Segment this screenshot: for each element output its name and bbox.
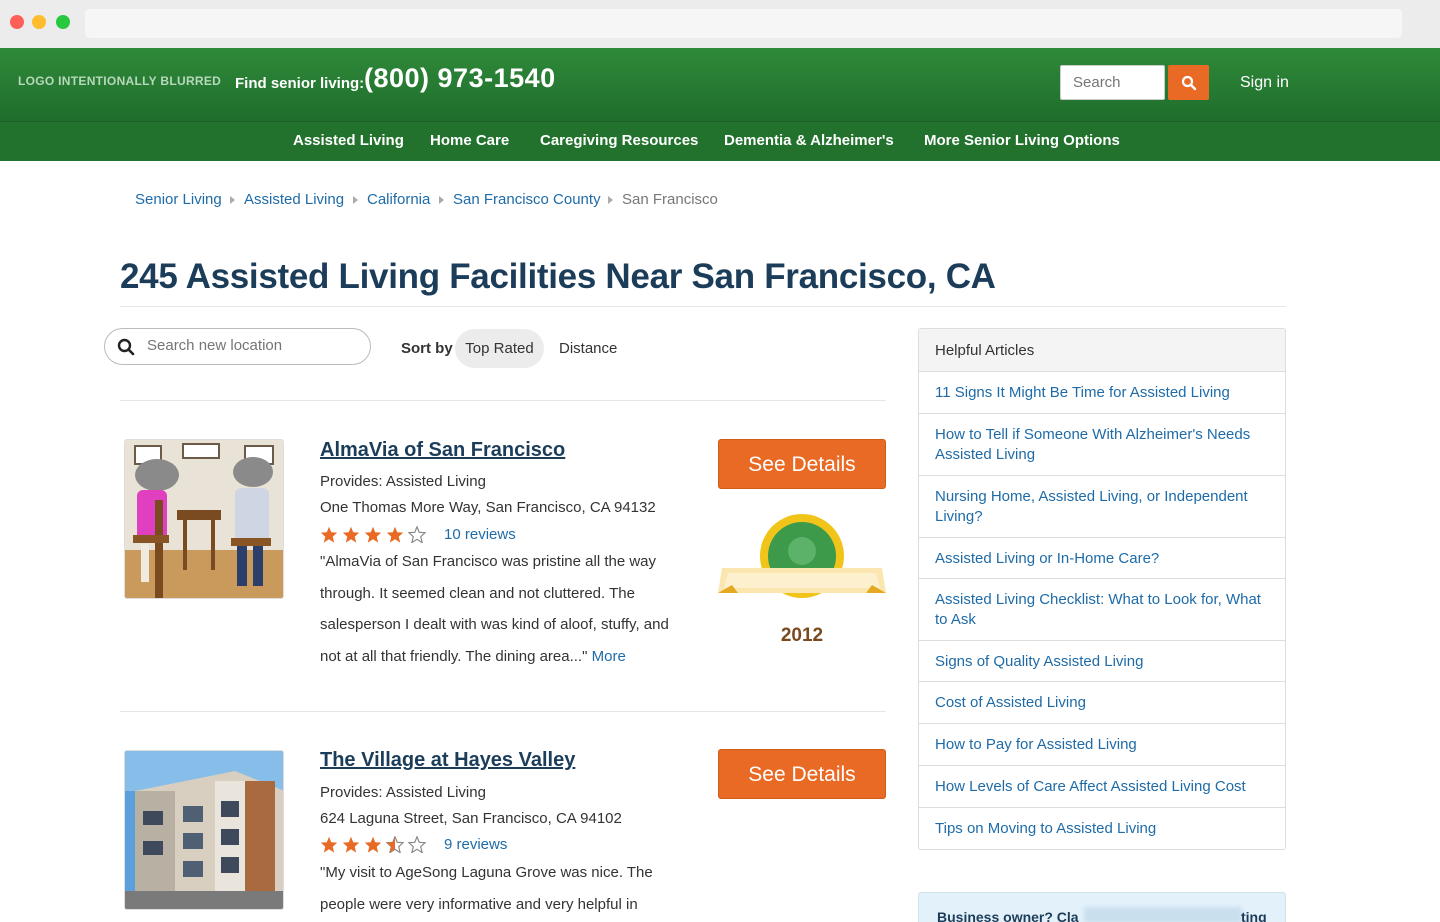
close-window-button[interactable]	[10, 15, 24, 29]
star-icon	[386, 526, 404, 543]
listing-title-link[interactable]: The Village at Hayes Valley	[320, 749, 575, 772]
business-owner-text: Business owner? Cla	[937, 909, 1079, 922]
article-link[interactable]: Nursing Home, Assisted Living, or Indepe…	[919, 476, 1285, 538]
article-link[interactable]: How to Pay for Assisted Living	[919, 724, 1285, 766]
helpful-articles-title: Helpful Articles	[919, 329, 1285, 372]
nav-assisted-living[interactable]: Assisted Living	[293, 132, 404, 149]
star-icon	[364, 836, 382, 853]
article-link[interactable]: How Levels of Care Affect Assisted Livin…	[919, 766, 1285, 808]
helpful-articles-panel: Helpful Articles 11 Signs It Might Be Ti…	[918, 328, 1286, 850]
business-owner-text-end: ting	[1241, 909, 1267, 922]
breadcrumb-senior-living[interactable]: Senior Living	[135, 191, 222, 208]
chevron-right-icon	[439, 196, 444, 204]
listing-address: 624 Laguna Street, San Francisco, CA 941…	[320, 810, 622, 827]
article-link[interactable]: Assisted Living or In-Home Care?	[919, 538, 1285, 579]
location-search[interactable]	[104, 328, 371, 365]
header-search-input[interactable]	[1060, 65, 1165, 100]
article-link[interactable]: How to Tell if Someone With Alzheimer's …	[919, 414, 1285, 476]
listing-provides: Provides: Assisted Living	[320, 784, 486, 801]
facility-photo-image	[125, 751, 283, 909]
article-link[interactable]: Assisted Living Checklist: What to Look …	[919, 579, 1285, 641]
see-details-button[interactable]: See Details	[718, 749, 886, 799]
browser-chrome	[0, 0, 1440, 48]
breadcrumb-assisted-living[interactable]: Assisted Living	[244, 191, 344, 208]
header-search-button[interactable]	[1168, 65, 1209, 100]
list-divider	[120, 400, 886, 401]
star-icon	[320, 836, 338, 853]
main-nav: Assisted Living Home Care Caregiving Res…	[0, 121, 1440, 161]
nav-more-options[interactable]: More Senior Living Options	[924, 132, 1120, 149]
star-half-icon	[386, 836, 404, 853]
star-empty-icon	[408, 526, 426, 543]
star-icon	[342, 836, 360, 853]
breadcrumb-san-francisco: San Francisco	[622, 191, 718, 208]
article-link[interactable]: Signs of Quality Assisted Living	[919, 641, 1285, 682]
award-year: 2012	[780, 625, 824, 646]
address-bar[interactable]	[85, 9, 1402, 38]
page-title: 245 Assisted Living Facilities Near San …	[120, 257, 996, 296]
chevron-right-icon	[608, 196, 613, 204]
site-header: LOGO INTENTIONALLY BLURRED Find senior l…	[0, 48, 1440, 121]
star-empty-icon	[408, 836, 426, 853]
article-link[interactable]: Cost of Assisted Living	[919, 682, 1285, 724]
business-owner-box[interactable]: Business owner? Cla ting	[918, 892, 1286, 922]
sort-top-rated[interactable]: Top Rated	[455, 329, 544, 368]
minimize-window-button[interactable]	[32, 15, 46, 29]
listing-review-quote: "My visit to AgeSong Laguna Grove was ni…	[320, 857, 688, 920]
site-logo[interactable]: LOGO INTENTIONALLY BLURRED	[18, 74, 221, 88]
maximize-window-button[interactable]	[56, 15, 70, 29]
listing-review-quote: "AlmaVia of San Francisco was pristine a…	[320, 546, 688, 672]
star-icon	[342, 526, 360, 543]
listing-address: One Thomas More Way, San Francisco, CA 9…	[320, 499, 656, 516]
sign-in-link[interactable]: Sign in	[1240, 74, 1289, 92]
breadcrumb-california[interactable]: California	[367, 191, 430, 208]
nav-home-care[interactable]: Home Care	[430, 132, 509, 149]
nav-dementia-alzheimers[interactable]: Dementia & Alzheimer's	[724, 132, 894, 149]
reviews-link[interactable]: 9 reviews	[444, 836, 507, 853]
star-rating	[320, 836, 426, 853]
search-icon	[117, 338, 135, 356]
chevron-right-icon	[230, 196, 235, 204]
article-link[interactable]: Tips on Moving to Assisted Living	[919, 808, 1285, 849]
breadcrumb-san-francisco-county[interactable]: San Francisco County	[453, 191, 601, 208]
listing-title-link[interactable]: AlmaVia of San Francisco	[320, 439, 565, 462]
see-details-button[interactable]: See Details	[718, 439, 886, 489]
search-icon	[1181, 75, 1196, 90]
location-search-input[interactable]	[147, 337, 357, 354]
listing-photo[interactable]	[124, 439, 284, 599]
star-rating	[320, 526, 426, 543]
listing-photo[interactable]	[124, 750, 284, 910]
award-badge-icon	[718, 514, 886, 598]
more-link[interactable]: More	[592, 648, 626, 665]
facility-photo-image	[125, 440, 283, 598]
listing-provides: Provides: Assisted Living	[320, 473, 486, 490]
reviews-link[interactable]: 10 reviews	[444, 526, 516, 543]
star-icon	[364, 526, 382, 543]
article-link[interactable]: 11 Signs It Might Be Time for Assisted L…	[919, 372, 1285, 414]
title-divider	[120, 306, 1286, 307]
phone-number-link[interactable]: (800) 973-1540	[364, 63, 556, 94]
quote-text: "My visit to AgeSong Laguna Grove was ni…	[320, 864, 653, 913]
find-senior-living-label: Find senior living:	[235, 75, 365, 92]
nav-caregiving-resources[interactable]: Caregiving Resources	[540, 132, 698, 149]
chevron-right-icon	[353, 196, 358, 204]
blurred-text	[1084, 907, 1242, 922]
sort-label: Sort by	[401, 340, 453, 357]
sort-distance[interactable]: Distance	[559, 340, 617, 357]
star-icon	[320, 526, 338, 543]
list-divider	[120, 711, 886, 712]
